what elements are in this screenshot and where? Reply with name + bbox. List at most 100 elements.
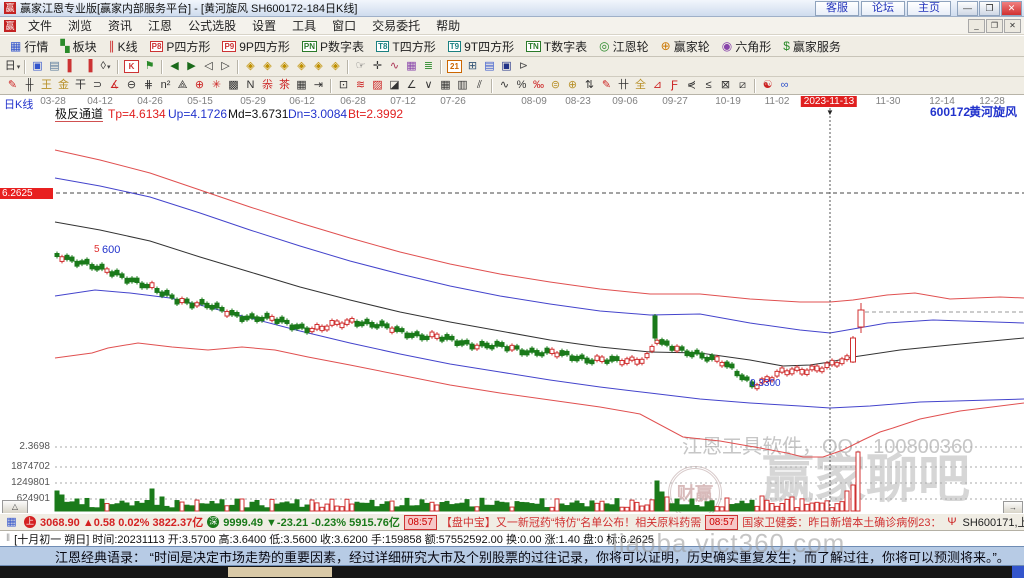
toolbar-hexagon-button[interactable]: ◉六角形 — [716, 36, 778, 56]
matrix-icon[interactable]: ▦ — [293, 78, 310, 93]
fractal-icon[interactable]: 尜 — [259, 78, 276, 93]
half-box-icon[interactable]: ◪ — [386, 78, 403, 93]
grip-handle[interactable]: ‖ — [6, 533, 10, 544]
toolbar-winner-service-button[interactable]: $赢家服务 — [777, 36, 847, 56]
parallel-lines-icon[interactable]: ⫽ — [471, 78, 488, 93]
menu-item-file[interactable]: 文件 — [20, 17, 60, 34]
toolbar-p-square-button[interactable]: P8P四方形 — [144, 36, 217, 56]
fence-icon[interactable]: 卄 — [615, 78, 632, 93]
fib-tool-icon[interactable]: Ƒ — [666, 78, 683, 93]
gann-grid-icon[interactable]: ╫ — [21, 78, 38, 93]
kline-chart[interactable] — [0, 95, 1024, 513]
candle-style-icon[interactable]: ▌ — [63, 59, 80, 74]
menu-item-window[interactable]: 窗口 — [324, 17, 364, 34]
infinity-icon[interactable]: ∞ — [776, 78, 793, 93]
hand-cursor-icon[interactable]: ☞ — [352, 59, 369, 74]
toolbar-t-square-button[interactable]: T8T四方形 — [370, 36, 442, 56]
bar-style-icon[interactable]: ▐ — [80, 59, 97, 74]
menu-item-news[interactable]: 资讯 — [100, 17, 140, 34]
updown-icon[interactable]: ⇅ — [581, 78, 598, 93]
first-bar-icon[interactable]: ◀ — [166, 59, 183, 74]
scrollbar-thumb[interactable] — [228, 567, 332, 577]
column-grid-icon[interactable]: ▥ — [454, 78, 471, 93]
menu-item-settings[interactable]: 设置 — [244, 17, 284, 34]
compress-horizontal-icon[interactable]: ◈ — [293, 59, 310, 74]
news-headline-2[interactable]: 国家卫健委：昨日新增本土确诊病例23： — [742, 514, 941, 530]
minimize-button[interactable]: — — [957, 1, 978, 16]
save-icon[interactable]: ▣ — [498, 59, 515, 74]
prev-bar-icon[interactable]: ◁ — [200, 59, 217, 74]
luntan-button[interactable]: 论坛 — [861, 1, 905, 16]
angle-tool-icon[interactable]: ∡ — [106, 78, 123, 93]
flag-marker-icon[interactable]: ⚑ — [141, 59, 158, 74]
leq-tool-icon[interactable]: ≤ — [700, 78, 717, 93]
chart-window-icon[interactable]: ▣ — [29, 59, 46, 74]
mdi-restore-button[interactable]: ❐ — [986, 19, 1003, 33]
permille-icon[interactable]: ‰ — [530, 78, 547, 93]
scroll-right-button[interactable]: → — [1003, 501, 1023, 513]
ticker-stock[interactable]: SH600171,上海贝岭 — [963, 514, 1024, 530]
toolbar-p-table-button[interactable]: PNP数字表 — [296, 36, 370, 56]
abacus-icon[interactable]: ≣ — [420, 59, 437, 74]
box-select-icon[interactable]: ⊡ — [335, 78, 352, 93]
toolbar-gann-wheel-button[interactable]: ◎江恩轮 — [593, 36, 655, 56]
toolbar-9p-square-button[interactable]: P99P四方形 — [216, 36, 295, 56]
toolbar-sectors-button[interactable]: ▚板块 — [54, 36, 102, 56]
calendar-icon[interactable]: 21 — [447, 60, 462, 73]
gann-square-icon[interactable]: 王 — [38, 78, 55, 93]
hatch-box-icon[interactable]: ▨ — [369, 78, 386, 93]
expand-vertical-icon[interactable]: ◈ — [310, 59, 327, 74]
triangle-tool-icon[interactable]: ⟁ — [174, 78, 191, 93]
trend-curve-icon[interactable]: ∿ — [386, 59, 403, 74]
star-rays-icon[interactable]: ✳ — [208, 78, 225, 93]
circle-levels-icon[interactable]: ⊜ — [547, 78, 564, 93]
shade-grid-icon[interactable]: ▩ — [225, 78, 242, 93]
zoom-in-icon[interactable]: ◈ — [259, 59, 276, 74]
menu-item-trade[interactable]: 交易委托 — [364, 17, 428, 34]
period-daily-dropdown[interactable]: 日▾ — [4, 59, 21, 74]
circle-cross-icon[interactable]: ⊕ — [564, 78, 581, 93]
toolbar-winner-wheel-button[interactable]: ⊕赢家轮 — [655, 36, 716, 56]
menu-item-tools[interactable]: 工具 — [284, 17, 324, 34]
menu-item-help[interactable]: 帮助 — [428, 17, 468, 34]
compress-vertical-icon[interactable]: ◈ — [327, 59, 344, 74]
report-icon[interactable]: ▤ — [481, 59, 498, 74]
wedge-icon[interactable]: ⋞ — [683, 78, 700, 93]
right-triangle-icon[interactable]: ⊿ — [649, 78, 666, 93]
mdi-minimize-button[interactable]: _ — [968, 19, 985, 33]
annotate-icon[interactable]: ✎ — [598, 78, 615, 93]
chart-area[interactable]: 日K线03-2804-1204-2605-1505-2906-1206-2807… — [0, 95, 1024, 513]
toolbar-t-table-button[interactable]: TNT数字表 — [520, 36, 593, 56]
news-headline[interactable]: 【盘中宝】又一新冠药“特仿”名单公布！相关原料药需 — [441, 514, 701, 530]
extend-line-icon[interactable]: ⇥ — [310, 78, 327, 93]
wave-tool-icon[interactable]: Ν — [242, 78, 259, 93]
bottom-scrollbar[interactable] — [0, 566, 1024, 578]
gann-fan-icon[interactable]: ⊕ — [191, 78, 208, 93]
grid-tool-icon[interactable]: ▦ — [403, 59, 420, 74]
cross-box-icon[interactable]: ⊠ — [717, 78, 734, 93]
full-tool-icon[interactable]: 全 — [632, 78, 649, 93]
expand-horizontal-icon[interactable]: ◈ — [276, 59, 293, 74]
vee-tool-icon[interactable]: ∨ — [420, 78, 437, 93]
close-button[interactable]: ✕ — [1001, 1, 1022, 16]
pen-tool-icon[interactable]: ✎ — [4, 78, 21, 93]
menu-item-formula[interactable]: 公式选股 — [180, 17, 244, 34]
spiral-icon[interactable]: ⊃ — [89, 78, 106, 93]
golden-section-icon[interactable]: 金 — [55, 78, 72, 93]
menu-item-gann[interactable]: 江恩 — [140, 17, 180, 34]
toolbar-kline-button[interactable]: ∥K线 — [103, 36, 144, 56]
percent-icon[interactable]: % — [513, 78, 530, 93]
zoom-out-icon[interactable]: ◈ — [242, 59, 259, 74]
calculator-panel-icon[interactable]: ▦ — [3, 515, 20, 530]
kline-indicator-icon[interactable]: K — [124, 60, 139, 73]
quote-board-icon[interactable]: ▤ — [46, 59, 63, 74]
mark-icon[interactable]: 茶 — [276, 78, 293, 93]
calculator-icon[interactable]: ⊞ — [464, 59, 481, 74]
homepage-button[interactable]: 主页 — [907, 1, 951, 16]
square-numbers-icon[interactable]: n² — [157, 78, 174, 93]
maximize-button[interactable]: ❐ — [979, 1, 1000, 16]
yinyang-icon[interactable]: ☯ — [759, 78, 776, 93]
time-grid-icon[interactable]: ⋕ — [140, 78, 157, 93]
line-style-dropdown[interactable]: ◊▾ — [97, 59, 114, 74]
crosshair-cursor-icon[interactable]: ✛ — [369, 59, 386, 74]
